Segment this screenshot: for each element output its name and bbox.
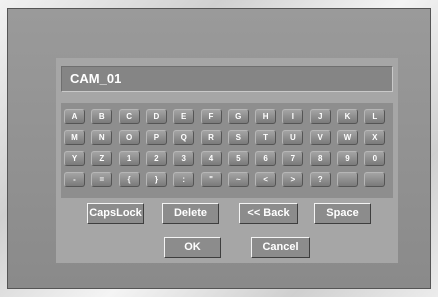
keyboard-key[interactable]: 5	[227, 151, 249, 166]
keyboard-key[interactable]: B	[91, 109, 113, 124]
keyboard-key[interactable]: P	[145, 130, 167, 145]
ok-button[interactable]: OK	[164, 237, 221, 258]
keyboard-key[interactable]: ?	[309, 172, 331, 187]
keyboard-key[interactable]: W	[337, 130, 358, 145]
back-button[interactable]: << Back	[239, 203, 298, 224]
keyboard-key[interactable]: D	[145, 109, 167, 124]
keyboard-key[interactable]: F	[200, 109, 222, 124]
keyboard-key[interactable]: Q	[173, 130, 195, 145]
cancel-button[interactable]: Cancel	[251, 237, 310, 258]
keyboard-key[interactable]: 8	[309, 151, 331, 166]
keyboard-key[interactable]: M	[64, 130, 85, 145]
keyboard-key[interactable]: U	[282, 130, 304, 145]
keyboard-key[interactable]: L	[364, 109, 386, 124]
keyboard-key[interactable]: J	[309, 109, 331, 124]
keyboard-key[interactable]: C	[118, 109, 140, 124]
keyboard-key[interactable]: O	[118, 130, 140, 145]
keyboard-key[interactable]: K	[337, 109, 358, 124]
capslock-button[interactable]: CapsLock	[87, 203, 144, 224]
virtual-keyboard: A B C D E F G H I J K L M N O P Q R S T U V W X Y Z 1 2 3 4 5 6 7 8 9 0 - = {}…	[61, 103, 393, 198]
keyboard-key[interactable]: R	[200, 130, 222, 145]
keyboard-key[interactable]: ~	[227, 172, 249, 187]
keyboard-key[interactable]: :	[173, 172, 195, 187]
keyboard-key[interactable]: "	[200, 172, 222, 187]
keyboard-key[interactable]: =	[91, 172, 113, 187]
keyboard-key[interactable]: S	[227, 130, 249, 145]
keyboard-key[interactable]: 6	[255, 151, 277, 166]
keyboard-key[interactable]: {	[118, 172, 140, 187]
keyboard-key[interactable]: V	[309, 130, 331, 145]
keyboard-key[interactable]: Z	[91, 151, 113, 166]
keyboard-key[interactable]: T	[255, 130, 277, 145]
keyboard-key[interactable]: E	[173, 109, 195, 124]
keyboard-key[interactable]: 9	[337, 151, 358, 166]
keyboard-key[interactable]: N	[91, 130, 113, 145]
space-button[interactable]: Space	[314, 203, 371, 224]
keyboard-key[interactable]: G	[227, 109, 249, 124]
camera-name-input[interactable]: CAM_01	[61, 66, 393, 92]
osd-keyboard-dialog: CAM_01 ABCDEFGHIJKL MNOPQRSTUVWX YZ1234567…	[56, 58, 398, 263]
keyboard-key[interactable]: 0	[364, 151, 386, 166]
keyboard-key[interactable]: -	[64, 172, 85, 187]
delete-button[interactable]: Delete	[162, 203, 219, 224]
keyboard-key[interactable]: 3	[173, 151, 195, 166]
keyboard-key[interactable]: <	[255, 172, 277, 187]
keyboard-key[interactable]: X	[364, 130, 386, 145]
keyboard-key[interactable]: >	[282, 172, 304, 187]
keyboard-key[interactable]: 7	[282, 151, 304, 166]
keyboard-key[interactable]	[364, 172, 386, 187]
keyboard-key[interactable]	[337, 172, 358, 187]
keyboard-key[interactable]: 2	[145, 151, 167, 166]
keyboard-key[interactable]: 1	[118, 151, 140, 166]
keyboard-key[interactable]: H	[255, 109, 277, 124]
keyboard-key[interactable]: Y	[64, 151, 85, 166]
keyboard-key[interactable]: A	[64, 109, 85, 124]
keyboard-key[interactable]: 4	[200, 151, 222, 166]
keyboard-key[interactable]: I	[282, 109, 304, 124]
keyboard-key[interactable]: }	[145, 172, 167, 187]
